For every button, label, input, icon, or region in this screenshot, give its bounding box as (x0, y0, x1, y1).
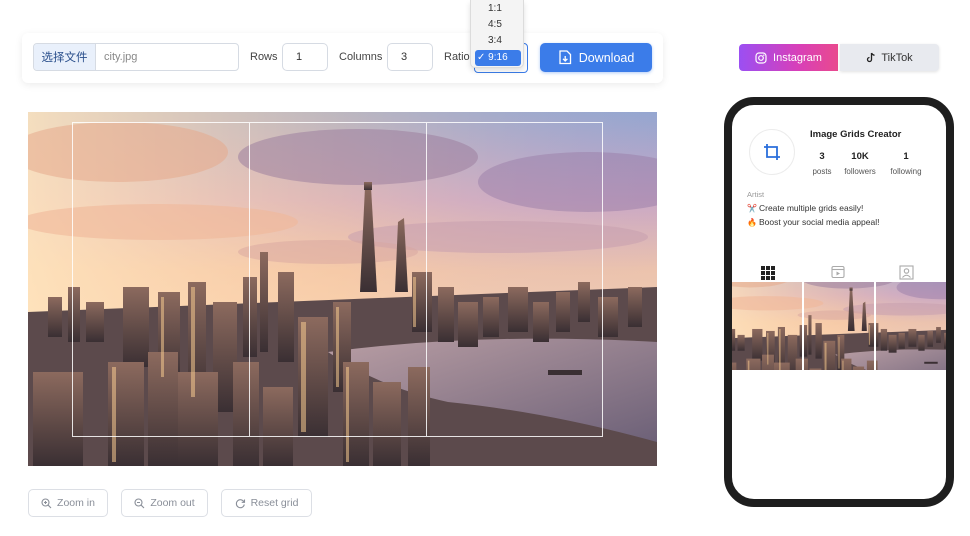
download-button[interactable]: Download (540, 43, 652, 72)
tiktok-label: TikTok (881, 51, 913, 64)
rows-label: Rows (250, 51, 278, 63)
reset-grid-label: Reset grid (250, 497, 299, 509)
columns-label: Columns (339, 51, 383, 63)
post-thumbnail[interactable] (804, 282, 874, 370)
stat-value: 3 (819, 151, 825, 162)
refresh-icon (235, 498, 245, 508)
ratio-option-1-1[interactable]: 1:1 (471, 1, 525, 17)
zoom-in-label: Zoom in (57, 497, 95, 509)
fire-icon: 🔥 (747, 217, 757, 227)
zoom-in-button[interactable]: Zoom in (28, 489, 108, 517)
download-label: Download (578, 50, 635, 65)
stat-label: following (890, 167, 922, 176)
reels-icon[interactable] (831, 265, 845, 279)
tab-tiktok[interactable]: TikTok (840, 44, 939, 71)
stat-following: 1 following (882, 150, 930, 178)
zoom-out-label: Zoom out (150, 497, 195, 509)
zoom-in-icon (41, 497, 52, 508)
post-thumbnail[interactable] (732, 282, 802, 370)
columns-input[interactable]: 3 (387, 43, 433, 71)
download-file-icon (559, 50, 571, 65)
crop-icon (764, 144, 780, 160)
toolbar: 选择文件 city.jpg Rows 1 Columns 3 Ratio Dow… (22, 33, 663, 83)
scissors-icon: ✂️ (747, 203, 757, 213)
stat-label: posts (812, 167, 832, 176)
instagram-icon (755, 51, 767, 64)
post-image (876, 282, 946, 370)
tab-instagram[interactable]: Instagram (739, 44, 838, 71)
bio-text: Boost your social media appeal! (758, 217, 880, 227)
ratio-option-4-5[interactable]: 4:5 (471, 17, 525, 33)
profile-name: Image Grids Creator (810, 129, 902, 140)
ratio-label: Ratio (444, 51, 470, 63)
bio-text: Create multiple grids easily! (758, 203, 864, 213)
ratio-option-9-16[interactable]: ✓ 9:16 (475, 50, 521, 66)
checkmark-icon: ✓ (477, 52, 486, 63)
ratio-option-label: 9:16 (488, 52, 508, 63)
post-image (732, 282, 802, 370)
instagram-label: Instagram (773, 51, 822, 64)
file-picker[interactable]: 选择文件 city.jpg (33, 43, 239, 71)
zoom-out-button[interactable]: Zoom out (121, 489, 208, 517)
post-image (804, 282, 874, 370)
rows-input[interactable]: 1 (282, 43, 328, 71)
tagged-icon[interactable] (899, 265, 914, 280)
stat-value: 1 (903, 151, 909, 162)
ratio-option-3-4[interactable]: 3:4 (471, 33, 525, 49)
file-name-display: city.jpg (104, 51, 138, 63)
post-thumbnail[interactable] (876, 282, 946, 370)
grid-divider[interactable] (249, 123, 250, 436)
post-grid (732, 282, 946, 370)
ratio-dropdown: 1:1 4:5 3:4 ✓ 9:16 (470, 0, 524, 68)
reset-grid-button[interactable]: Reset grid (221, 489, 312, 517)
stat-label: followers (844, 167, 876, 176)
bio-line: 🔥 Boost your social media appeal! (747, 217, 879, 227)
stat-posts: 3 posts (804, 150, 840, 178)
crop-grid[interactable] (72, 122, 603, 437)
stat-followers: 10K followers (836, 150, 884, 178)
phone-preview: Image Grids Creator 3 posts 10K follower… (724, 97, 954, 507)
grid-icon[interactable] (760, 265, 776, 281)
avatar (749, 129, 795, 175)
grid-divider[interactable] (426, 123, 427, 436)
zoom-out-icon (134, 497, 145, 508)
choose-file-button[interactable]: 选择文件 (34, 44, 96, 70)
bio-line: ✂️ Create multiple grids easily! (747, 203, 863, 213)
tiktok-icon (867, 52, 875, 63)
profile-category: Artist (747, 190, 765, 199)
image-grids-app: 选择文件 city.jpg Rows 1 Columns 3 Ratio Dow… (0, 0, 970, 536)
stat-value: 10K (851, 151, 869, 162)
